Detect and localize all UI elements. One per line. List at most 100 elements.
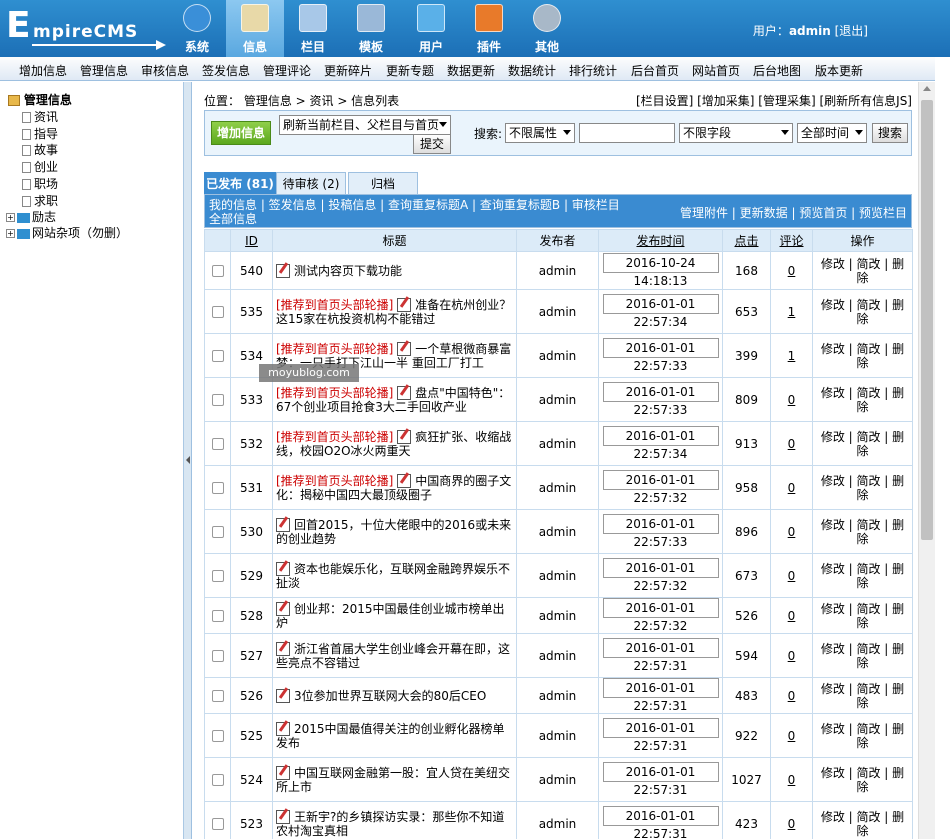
row-comments-link[interactable]: 0 <box>788 609 796 623</box>
row-actions[interactable]: 修改 | 简改 | 删除 <box>812 509 913 554</box>
menu-item[interactable]: 排行统计 <box>569 62 617 79</box>
row-time[interactable]: 2016-01-01 22:57:31 <box>602 718 719 753</box>
tree-item[interactable]: 职场 <box>22 175 58 192</box>
row-title-link[interactable]: 中国互联网金融第一股：宜人贷在美纽交所上市 <box>276 766 510 794</box>
edit-icon[interactable] <box>276 688 290 703</box>
row-actions[interactable]: 修改 | 简改 | 删除 <box>812 713 913 758</box>
row-actions[interactable]: 修改 | 简改 | 删除 <box>812 333 913 378</box>
list-action-links[interactable]: 管理附件 | 更新数据 | 预览首页 | 预览栏目 <box>680 204 907 221</box>
field-select[interactable]: 不限字段 <box>679 123 793 143</box>
row-comments-link[interactable]: 0 <box>788 481 796 495</box>
menu-item[interactable]: 更新碎片 <box>324 62 372 79</box>
row-checkbox[interactable] <box>211 610 224 622</box>
row-actions[interactable]: 修改 | 简改 | 删除 <box>812 801 913 839</box>
menu-item[interactable]: 数据更新 <box>447 62 495 79</box>
menu-item[interactable]: 版本更新 <box>815 62 863 79</box>
row-checkbox[interactable] <box>211 350 224 362</box>
tab-2[interactable]: 归档 <box>348 172 418 194</box>
row-checkbox[interactable] <box>211 570 224 582</box>
row-actions[interactable]: 修改 | 简改 | 删除 <box>812 377 913 422</box>
tab-0[interactable]: 已发布 (81) <box>204 172 276 194</box>
row-time[interactable]: 2016-01-01 22:57:31 <box>602 806 719 839</box>
row-title-link[interactable]: 2015中国最值得关注的创业孵化器榜单发布 <box>276 722 505 750</box>
row-comments-link[interactable]: 0 <box>788 569 796 583</box>
row-title-link[interactable]: 回首2015，十位大佬眼中的2016或未来的创业趋势 <box>276 518 511 546</box>
menu-item[interactable]: 签发信息 <box>202 62 250 79</box>
scroll-up-icon[interactable] <box>923 86 931 91</box>
row-comments-link[interactable]: 0 <box>788 649 796 663</box>
refresh-select[interactable]: 刷新当前栏目、父栏目与首页 <box>279 115 451 135</box>
expand-plus-icon[interactable]: + <box>6 213 15 222</box>
topnav-4[interactable]: 用户 <box>402 0 460 57</box>
menu-item[interactable]: 数据统计 <box>508 62 556 79</box>
row-comments-link[interactable]: 1 <box>788 305 796 319</box>
sidebar-splitter[interactable] <box>184 82 192 839</box>
edit-icon[interactable] <box>276 263 290 278</box>
row-actions[interactable]: 修改 | 简改 | 删除 <box>812 251 913 290</box>
topnav-3[interactable]: 模板 <box>342 0 400 57</box>
row-time[interactable]: 2016-01-01 22:57:32 <box>602 558 719 593</box>
row-checkbox[interactable] <box>211 818 224 830</box>
carousel-tag[interactable]: [推荐到首页头部轮播] <box>276 430 393 444</box>
edit-icon[interactable] <box>276 765 290 780</box>
collapse-arrow-icon[interactable] <box>186 456 190 464</box>
row-actions[interactable]: 修改 | 简改 | 删除 <box>812 597 913 634</box>
row-comments-link[interactable]: 0 <box>788 729 796 743</box>
edit-icon[interactable] <box>276 561 290 576</box>
row-checkbox[interactable] <box>211 650 224 662</box>
row-checkbox[interactable] <box>211 306 224 318</box>
row-actions[interactable]: 修改 | 简改 | 删除 <box>812 633 913 678</box>
row-actions[interactable]: 修改 | 简改 | 删除 <box>812 421 913 466</box>
menu-item[interactable]: 增加信息 <box>19 62 67 79</box>
tree-item[interactable]: 求职 <box>22 192 58 209</box>
search-button[interactable]: 搜索 <box>872 123 908 143</box>
carousel-tag[interactable]: [推荐到首页头部轮播] <box>276 342 393 356</box>
row-checkbox[interactable] <box>211 482 224 494</box>
row-time[interactable]: 2016-01-01 22:57:31 <box>602 638 719 673</box>
row-time[interactable]: 2016-01-01 22:57:31 <box>602 762 719 797</box>
menu-item[interactable]: 后台首页 <box>631 62 679 79</box>
scrollbar[interactable] <box>918 82 935 839</box>
row-actions[interactable]: 修改 | 简改 | 删除 <box>812 757 913 802</box>
topnav-0[interactable]: 系统 <box>168 0 226 57</box>
row-time[interactable]: 2016-01-01 22:57:32 <box>602 598 719 633</box>
tree-group[interactable]: + 网站杂项（勿删） <box>6 224 128 241</box>
row-title-link[interactable]: 浙江省首届大学生创业峰会开幕在即，这些亮点不容错过 <box>276 642 510 670</box>
row-comments-link[interactable]: 0 <box>788 817 796 831</box>
row-title-link[interactable]: 创业邦：2015中国最佳创业城市榜单出炉 <box>276 602 505 630</box>
row-time[interactable]: 2016-01-01 22:57:33 <box>602 382 719 417</box>
carousel-tag[interactable]: [推荐到首页头部轮播] <box>276 298 393 312</box>
row-actions[interactable]: 修改 | 简改 | 删除 <box>812 289 913 334</box>
logout-link[interactable]: [退出] <box>835 24 868 38</box>
tree-group[interactable]: + 励志 <box>6 208 56 225</box>
tree-item[interactable]: 故事 <box>22 141 58 158</box>
carousel-tag[interactable]: [推荐到首页头部轮播] <box>276 474 393 488</box>
row-comments-link[interactable]: 0 <box>788 264 796 278</box>
row-checkbox[interactable] <box>211 394 224 406</box>
row-checkbox[interactable] <box>211 438 224 450</box>
row-time[interactable]: 2016-01-01 22:57:34 <box>602 294 719 329</box>
tree-root[interactable]: 管理信息 <box>8 91 72 108</box>
menu-item[interactable]: 管理评论 <box>263 62 311 79</box>
edit-icon[interactable] <box>276 809 290 824</box>
row-comments-link[interactable]: 1 <box>788 349 796 363</box>
menu-item[interactable]: 审核信息 <box>141 62 189 79</box>
edit-icon[interactable] <box>397 473 412 488</box>
topnav-1[interactable]: 信息 <box>226 0 284 57</box>
tree-item[interactable]: 指导 <box>22 125 58 142</box>
row-actions[interactable]: 修改 | 简改 | 删除 <box>812 465 913 510</box>
row-time[interactable]: 2016-10-24 14:18:13 <box>602 253 719 288</box>
row-actions[interactable]: 修改 | 简改 | 删除 <box>812 553 913 598</box>
column-links[interactable]: [栏目设置] [增加采集] [管理采集] [刷新所有信息JS] <box>636 92 912 109</box>
row-comments-link[interactable]: 0 <box>788 773 796 787</box>
tab-1[interactable]: 待审核 (2) <box>276 172 346 194</box>
tree-item[interactable]: 资讯 <box>22 108 58 125</box>
topnav-6[interactable]: 其他 <box>518 0 576 57</box>
edit-icon[interactable] <box>397 429 412 444</box>
edit-icon[interactable] <box>276 641 290 656</box>
menu-item[interactable]: 更新专题 <box>386 62 434 79</box>
edit-icon[interactable] <box>397 341 412 356</box>
list-filter-links[interactable]: 我的信息 | 签发信息 | 投稿信息 | 查询重复标题A | 查询重复标题B |… <box>209 198 629 226</box>
row-time[interactable]: 2016-01-01 22:57:33 <box>602 514 719 549</box>
row-title-link[interactable]: 3位参加世界互联网大会的80后CEO <box>294 689 486 703</box>
